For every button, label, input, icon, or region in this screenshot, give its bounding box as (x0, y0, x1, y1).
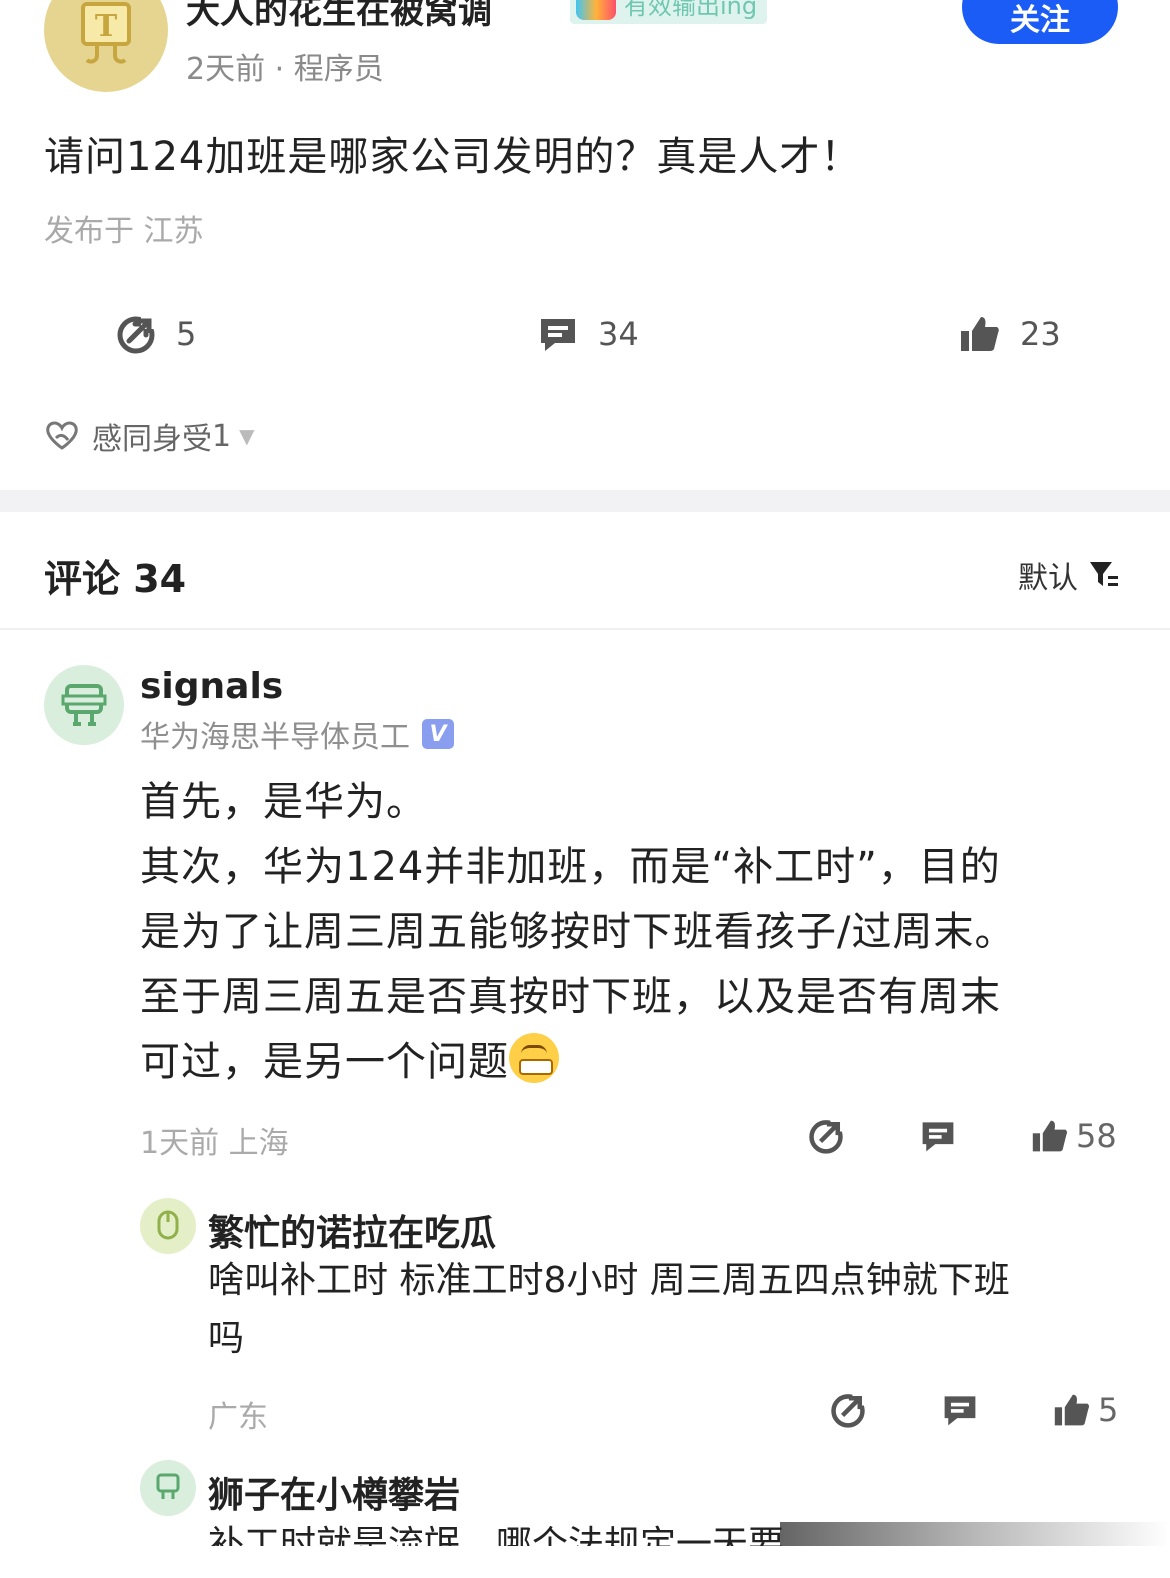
post-location: 发布于 江苏 (44, 214, 204, 249)
reply-body: 补工时就是流氓，哪个法规定一天要 (208, 1516, 784, 1546)
reply-button[interactable] (940, 1390, 980, 1430)
reaction-summary[interactable]: 感同身受 1 ▼ (44, 414, 254, 458)
reply-line: 吗 (208, 1318, 245, 1359)
post-action-bar: 5 34 23 (0, 304, 1170, 368)
author-avatar[interactable]: T (44, 0, 168, 92)
forward-button[interactable] (828, 1390, 868, 1430)
comment-author-title: 华为海思半导体员工 V (140, 712, 454, 756)
robot-icon (156, 1473, 180, 1499)
forward-button[interactable] (806, 1116, 846, 1156)
scroll-fade (780, 1522, 1170, 1546)
comment-icon (536, 312, 580, 356)
reply-line: 啥叫补工时 标准工时8小时 周三周五四点钟就下班 (208, 1260, 1010, 1301)
sort-label: 默认 (1018, 561, 1078, 596)
follow-button[interactable]: 关注 (962, 0, 1118, 44)
reply-meta: 广东 (208, 1400, 268, 1435)
filter-icon (1088, 558, 1122, 592)
reply-avatar[interactable] (140, 1198, 196, 1254)
post-text: 请问124加班是哪家公司发明的？真是人才！ (44, 134, 862, 180)
comment-line: 是为了让周三周五能够按时下班看孩子/过周末。 (140, 909, 1016, 955)
comment-count: 34 (598, 315, 639, 353)
reply-author[interactable]: 繁忙的诺拉在吃瓜 (208, 1204, 496, 1256)
comment-author[interactable]: signals (140, 666, 283, 707)
header-divider (0, 628, 1170, 630)
forward-icon (114, 312, 158, 356)
post-header: T 大人的花生在被窝调 有效输出ing 2天前 · 程序员 关注 (0, 0, 1170, 100)
comment-line-text: 可过，是另一个问题 (140, 1039, 509, 1085)
section-divider (0, 490, 1170, 512)
thumbs-up-icon (958, 312, 1002, 356)
chevron-down-icon: ▼ (239, 424, 255, 448)
author-meta: 2天前 · 程序员 (186, 52, 384, 87)
comment-line: 其次，华为124并非加班，而是“补工时”，目的 (140, 844, 1001, 890)
sort-dropdown[interactable]: 默认 (1018, 553, 1122, 597)
comment-line: 首先，是华为。 (140, 779, 427, 825)
reply-avatar[interactable] (140, 1460, 196, 1516)
grin-emoji-icon (509, 1033, 559, 1083)
reply-line: 补工时就是流氓，哪个法规定一天要 (208, 1524, 785, 1546)
verified-badge: V (422, 719, 454, 749)
like-count: 5 (1098, 1391, 1119, 1429)
reply-author[interactable]: 狮子在小樽攀岩 (208, 1466, 460, 1518)
comment-line: 可过，是另一个问题 (140, 1030, 1015, 1095)
forward-count: 5 (176, 315, 197, 353)
comment-icon (940, 1390, 980, 1430)
like-button[interactable]: 23 (958, 312, 1061, 356)
thumbs-up-icon (1030, 1116, 1070, 1156)
svg-text:T: T (95, 9, 118, 44)
comment-avatar[interactable] (44, 665, 124, 745)
like-count: 58 (1076, 1117, 1117, 1155)
comment-line: 至于周三周五是否真按时下班，以及是否有周末 (140, 974, 1001, 1020)
forward-icon (806, 1116, 846, 1156)
forward-icon (828, 1390, 868, 1430)
comment-button[interactable]: 34 (536, 312, 639, 356)
like-button[interactable]: 5 (1052, 1390, 1118, 1430)
author-company: 华为海思半导体员工 (140, 720, 410, 755)
comment-meta: 1天前 上海 (140, 1126, 289, 1161)
like-count: 23 (1020, 315, 1061, 353)
comments-title: 评论 34 (44, 557, 187, 601)
thumbs-up-icon (1052, 1390, 1092, 1430)
reaction-label: 感同身受 (92, 422, 212, 457)
comment-body: 首先，是华为。 其次，华为124并非加班，而是“补工时”，目的 是为了让周三周五… (140, 770, 1015, 1095)
reaction-count: 1 (212, 418, 232, 454)
empathy-icon (44, 418, 80, 454)
mouse-icon (157, 1210, 179, 1240)
reply-body: 啥叫补工时 标准工时8小时 周三周五四点钟就下班 吗 (208, 1252, 1010, 1368)
author-badge: 有效输出ing (570, 0, 768, 24)
badge-label: 有效输出ing (624, 0, 758, 20)
reply-button[interactable] (918, 1116, 958, 1156)
robot-icon (61, 684, 107, 726)
author-name[interactable]: 大人的花生在被窝调 (186, 0, 492, 33)
badge-icon (576, 0, 616, 20)
like-button[interactable]: 58 (1030, 1116, 1117, 1156)
forward-button[interactable]: 5 (114, 312, 196, 356)
comment-icon (918, 1116, 958, 1156)
robot-icon: T (81, 2, 131, 64)
